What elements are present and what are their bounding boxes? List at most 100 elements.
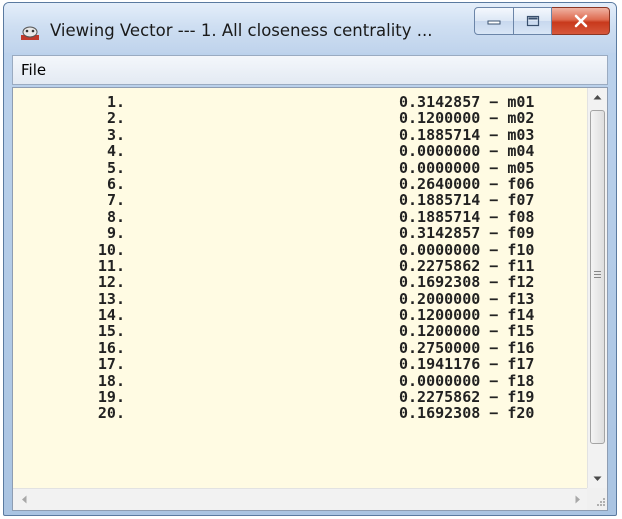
vector-list: 1. 0.3142857 − m01 2. 0.1200000 − m02 3. 0.18… <box>13 94 587 422</box>
closeness-value: 0.2640000 <box>399 174 481 193</box>
closeness-value: 0.2275862 <box>399 256 481 275</box>
row-index: 15. <box>97 322 125 341</box>
row-index: 10. <box>97 240 125 259</box>
row-index: 8. <box>106 207 125 226</box>
closeness-value: 0.1200000 <box>399 322 481 341</box>
closeness-value: 0.0000000 <box>399 142 481 161</box>
node-label: f17 <box>507 355 535 374</box>
minimize-icon <box>487 20 501 25</box>
vector-row: 4. 0.0000000 − m04 <box>13 142 587 161</box>
row-index: 6. <box>106 174 125 193</box>
vector-row: 10. 0.0000000 − f10 <box>13 240 587 259</box>
row-index: 5. <box>106 158 125 177</box>
row-value: 0.3142857 − m01 <box>399 94 534 110</box>
scroll-up-button[interactable] <box>588 88 607 106</box>
separator-dash: − <box>480 158 508 177</box>
scroll-right-button[interactable] <box>569 489 587 510</box>
minimize-button[interactable] <box>474 7 514 35</box>
title-bar[interactable]: Viewing Vector --- 1. All closeness cent… <box>4 3 616 53</box>
separator-dash: − <box>480 371 508 390</box>
caption-buttons <box>474 7 610 37</box>
row-index: 3. <box>106 125 125 144</box>
row-value: 0.2275862 − f11 <box>399 258 534 274</box>
separator-dash: − <box>480 224 508 243</box>
closeness-value: 0.1885714 <box>399 191 481 210</box>
separator-dash: − <box>480 338 508 357</box>
menu-item-file[interactable]: File <box>21 61 46 79</box>
separator-dash: − <box>480 322 508 341</box>
row-value: 0.0000000 − m05 <box>399 158 534 177</box>
row-value: 0.2640000 − f06 <box>399 176 534 192</box>
row-index: 11. <box>97 256 125 275</box>
separator-dash: − <box>480 388 508 407</box>
vector-row: 20. 0.1692308 − f20 <box>13 404 587 423</box>
scroll-down-button[interactable] <box>588 470 607 488</box>
vector-row: 3. 0.1885714 − m03 <box>13 125 587 144</box>
vector-row: 12. 0.1692308 − f12 <box>13 274 587 291</box>
separator-dash: − <box>480 355 508 374</box>
closeness-value: 0.1692308 <box>399 273 481 292</box>
vector-row: 6. 0.2640000 − f06 <box>13 174 587 193</box>
chevron-down-icon <box>593 476 602 481</box>
vertical-scroll-thumb[interactable] <box>590 110 605 444</box>
viewer-window: Viewing Vector --- 1. All closeness cent… <box>3 2 617 516</box>
row-index: 14. <box>97 306 125 325</box>
node-label: f19 <box>507 388 535 407</box>
vector-row: 11. 0.2275862 − f11 <box>13 256 587 275</box>
vertical-scrollbar[interactable] <box>587 88 607 488</box>
chevron-right-icon <box>575 495 580 504</box>
node-label: f12 <box>507 273 535 292</box>
row-value: 0.1885714 − m03 <box>399 127 534 143</box>
scroll-left-button[interactable] <box>15 489 33 510</box>
row-index: 13. <box>97 289 125 308</box>
row-index: 16. <box>97 338 125 357</box>
close-button[interactable] <box>552 7 610 35</box>
vector-row: 2. 0.1200000 − m02 <box>13 109 587 128</box>
node-label: f11 <box>507 256 535 275</box>
vector-row: 16. 0.2750000 − f16 <box>13 338 587 357</box>
separator-dash: − <box>480 289 508 308</box>
horizontal-scrollbar[interactable] <box>13 488 589 510</box>
node-label: m01 <box>507 93 535 111</box>
vector-row: 9. 0.3142857 − f09 <box>13 224 587 243</box>
closeness-value: 0.1692308 <box>399 404 481 423</box>
scroll-grip-icon <box>594 271 601 280</box>
row-index: 9. <box>106 224 125 243</box>
separator-dash: − <box>480 207 508 226</box>
row-index: 2. <box>106 109 125 128</box>
closeness-value: 0.1200000 <box>399 109 481 128</box>
node-label: m03 <box>507 125 535 144</box>
closeness-value: 0.1885714 <box>399 207 481 226</box>
closeness-value: 0.2275862 <box>399 388 481 407</box>
maximize-icon <box>526 15 539 27</box>
closeness-value: 0.1941176 <box>399 355 481 374</box>
node-label: f07 <box>507 191 535 210</box>
row-value: 0.0000000 − m04 <box>399 143 534 159</box>
vector-row: 19. 0.2275862 − f19 <box>13 388 587 407</box>
row-value: 0.1692308 − f12 <box>399 274 534 290</box>
row-value: 0.1941176 − f17 <box>399 356 534 372</box>
chevron-up-icon <box>593 95 602 100</box>
node-label: f06 <box>507 174 535 193</box>
separator-dash: − <box>480 174 508 193</box>
row-value: 0.1885714 − f07 <box>399 192 534 208</box>
row-value: 0.1200000 − f14 <box>399 307 534 323</box>
node-label: f14 <box>507 306 535 325</box>
closeness-value: 0.3142857 <box>399 93 481 111</box>
vector-content-area[interactable]: 1. 0.3142857 − m01 2. 0.1200000 − m02 3. 0.18… <box>12 87 608 511</box>
closeness-value: 0.2000000 <box>399 289 481 308</box>
row-index: 4. <box>106 142 125 161</box>
maximize-button[interactable] <box>514 7 552 35</box>
closeness-value: 0.3142857 <box>399 224 481 243</box>
row-value: 0.1885714 − f08 <box>399 209 534 225</box>
resize-dots-icon <box>597 498 605 506</box>
closeness-value: 0.2750000 <box>399 338 481 357</box>
row-index: 17. <box>97 355 125 374</box>
resize-grip-icon[interactable] <box>587 488 607 510</box>
vector-row: 17. 0.1941176 − f17 <box>13 355 587 374</box>
separator-dash: − <box>480 125 508 144</box>
separator-dash: − <box>480 191 508 210</box>
app-icon <box>21 26 39 40</box>
separator-dash: − <box>480 306 508 325</box>
separator-dash: − <box>480 273 508 292</box>
